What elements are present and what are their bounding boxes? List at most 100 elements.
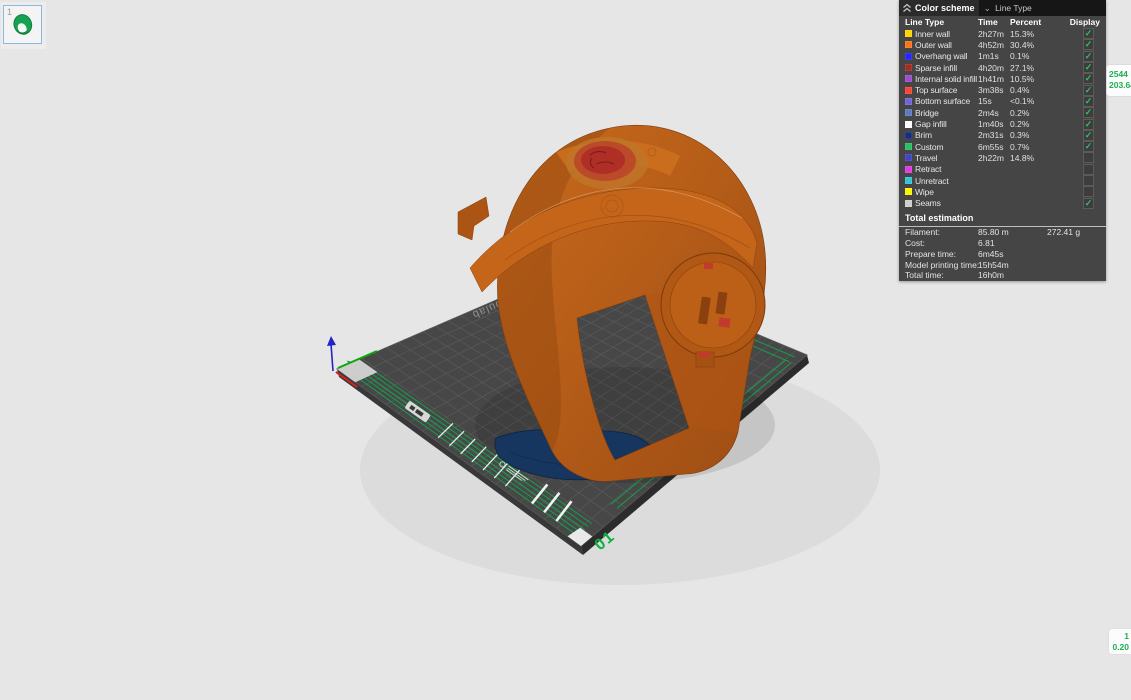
line-type-time: 2m4s — [978, 108, 1010, 118]
panel-title: Color scheme — [915, 3, 975, 13]
display-checkbox[interactable]: ✓ — [1083, 141, 1094, 152]
line-type-label: Top surface — [915, 85, 978, 95]
line-type-label: Internal solid infill — [915, 74, 978, 84]
line-type-row: Retract — [899, 164, 1106, 175]
total-estimation-title: Total estimation — [899, 209, 1106, 226]
line-type-label: Wipe — [915, 187, 978, 197]
line-type-percent: 10.5% — [1010, 74, 1050, 84]
line-type-color-swatch — [905, 200, 912, 207]
line-type-percent: 15.3% — [1010, 29, 1050, 39]
line-type-row: Bridge2m4s0.2% ✓ — [899, 107, 1106, 118]
line-type-row: Custom6m55s0.7% ✓ — [899, 141, 1106, 152]
line-type-percent: 0.1% — [1010, 51, 1050, 61]
bottom-layer-height: 0.20 — [1109, 642, 1129, 653]
line-type-label: Brim — [915, 130, 978, 140]
view-mode-dropdown[interactable]: ⌄ Line Type — [979, 0, 1106, 16]
table-column-headers: Line Type Time Percent Display — [899, 16, 1106, 28]
chevron-down-icon: ⌄ — [984, 5, 992, 11]
line-type-percent: 30.4% — [1010, 40, 1050, 50]
line-type-color-swatch — [905, 166, 912, 173]
line-type-color-swatch — [905, 121, 912, 128]
line-type-time: 15s — [978, 96, 1010, 106]
line-type-time: 4h52m — [978, 40, 1010, 50]
estimation-label: Prepare time: — [905, 249, 978, 259]
estimation-label: Filament: — [905, 227, 978, 237]
total-estimation-row: Filament:85.80 m272.41 g — [899, 227, 1106, 238]
display-checkbox[interactable]: ✓ — [1083, 119, 1094, 130]
line-type-label: Custom — [915, 142, 978, 152]
line-type-color-swatch — [905, 98, 912, 105]
column-line-type: Line Type — [905, 17, 978, 27]
column-time: Time — [978, 17, 1010, 27]
plate-thumbnail-helmet-icon — [9, 11, 37, 39]
line-type-row: Brim2m31s0.3%✓ — [899, 130, 1106, 141]
display-checkbox[interactable]: ✓ — [1083, 51, 1094, 62]
line-type-color-swatch — [905, 30, 912, 37]
line-type-color-swatch — [905, 188, 912, 195]
display-checkbox[interactable] — [1083, 164, 1094, 175]
display-checkbox[interactable]: ✓ — [1083, 62, 1094, 73]
line-type-time: 2h22m — [978, 153, 1010, 163]
line-type-color-swatch — [905, 109, 912, 116]
line-type-time: 1m1s — [978, 51, 1010, 61]
line-type-time: 4h20m — [978, 63, 1010, 73]
line-type-label: Bridge — [915, 108, 978, 118]
display-checkbox[interactable] — [1083, 186, 1094, 197]
total-estimation-row: Model printing time:15h54m — [899, 259, 1106, 270]
display-checkbox[interactable]: ✓ — [1083, 73, 1094, 84]
top-layer-number: 2544 — [1109, 69, 1131, 80]
estimation-value: 15h54m — [978, 260, 1047, 270]
display-checkbox[interactable]: ✓ — [1083, 85, 1094, 96]
plate-list: 1 — [1, 2, 46, 49]
line-type-row: Gap infill1m40s0.2%✓ — [899, 118, 1106, 129]
display-checkbox[interactable]: ✓ — [1083, 96, 1094, 107]
color-scheme-panel: Color scheme ⌄ Line Type Line Type Time … — [899, 0, 1106, 281]
estimation-label: Model printing time: — [905, 260, 978, 270]
estimation-value: 16h0m — [978, 270, 1047, 280]
display-checkbox[interactable]: ✓ — [1083, 107, 1094, 118]
line-type-percent: 0.4% — [1010, 85, 1050, 95]
display-checkbox[interactable]: ✓ — [1083, 198, 1094, 209]
collapse-panel-icon[interactable] — [899, 0, 915, 16]
line-type-time: 3m38s — [978, 85, 1010, 95]
line-type-label: Sparse infill — [915, 63, 978, 73]
line-type-color-swatch — [905, 143, 912, 150]
estimation-value: 6m45s — [978, 249, 1047, 259]
plate-thumbnail[interactable]: 1 — [3, 5, 42, 44]
layer-slider-bottom-value[interactable]: 1 0.20 — [1108, 628, 1131, 655]
line-type-percent: 0.7% — [1010, 142, 1050, 152]
display-checkbox[interactable] — [1083, 175, 1094, 186]
bottom-layer-number: 1 — [1109, 631, 1129, 642]
line-type-percent: 27.1% — [1010, 63, 1050, 73]
line-type-color-swatch — [905, 64, 912, 71]
total-estimation-table: Filament:85.80 m272.41 gCost:6.81Prepare… — [899, 227, 1106, 281]
estimation-value-2: 272.41 g — [1047, 227, 1100, 237]
layer-slider-top-value[interactable]: 2544 203.64 — [1106, 64, 1131, 97]
line-type-row: Internal solid infill1h41m10.5% ✓ — [899, 73, 1106, 84]
estimation-value: 85.80 m — [978, 227, 1047, 237]
line-type-row: Inner wall2h27m15.3%✓ — [899, 28, 1106, 39]
line-type-percent: 14.8% — [1010, 153, 1050, 163]
line-type-row: Unretract — [899, 175, 1106, 186]
top-layer-height: 203.64 — [1109, 80, 1131, 91]
total-estimation-row: Cost:6.81 — [899, 238, 1106, 249]
line-type-percent: 0.2% — [1010, 108, 1050, 118]
display-checkbox[interactable]: ✓ — [1083, 130, 1094, 141]
line-type-label: Inner wall — [915, 29, 978, 39]
line-type-row: Sparse infill4h20m27.1% ✓ — [899, 62, 1106, 73]
line-type-row: Travel2h22m14.8% — [899, 152, 1106, 163]
total-estimation-row: Prepare time:6m45s — [899, 248, 1106, 259]
line-type-label: Gap infill — [915, 119, 978, 129]
line-type-label: Travel — [915, 153, 978, 163]
line-type-time: 6m55s — [978, 142, 1010, 152]
display-checkbox[interactable]: ✓ — [1083, 28, 1094, 39]
line-type-row: Bottom surface15s<0.1%✓ — [899, 96, 1106, 107]
line-type-label: Unretract — [915, 176, 978, 186]
column-display: Display — [1070, 17, 1100, 27]
display-checkbox[interactable]: ✓ — [1083, 39, 1094, 50]
line-type-time: 1h41m — [978, 74, 1010, 84]
line-type-row: Wipe — [899, 186, 1106, 197]
line-type-percent: 0.2% — [1010, 119, 1050, 129]
estimation-value: 6.81 — [978, 238, 1047, 248]
display-checkbox[interactable] — [1083, 152, 1094, 163]
